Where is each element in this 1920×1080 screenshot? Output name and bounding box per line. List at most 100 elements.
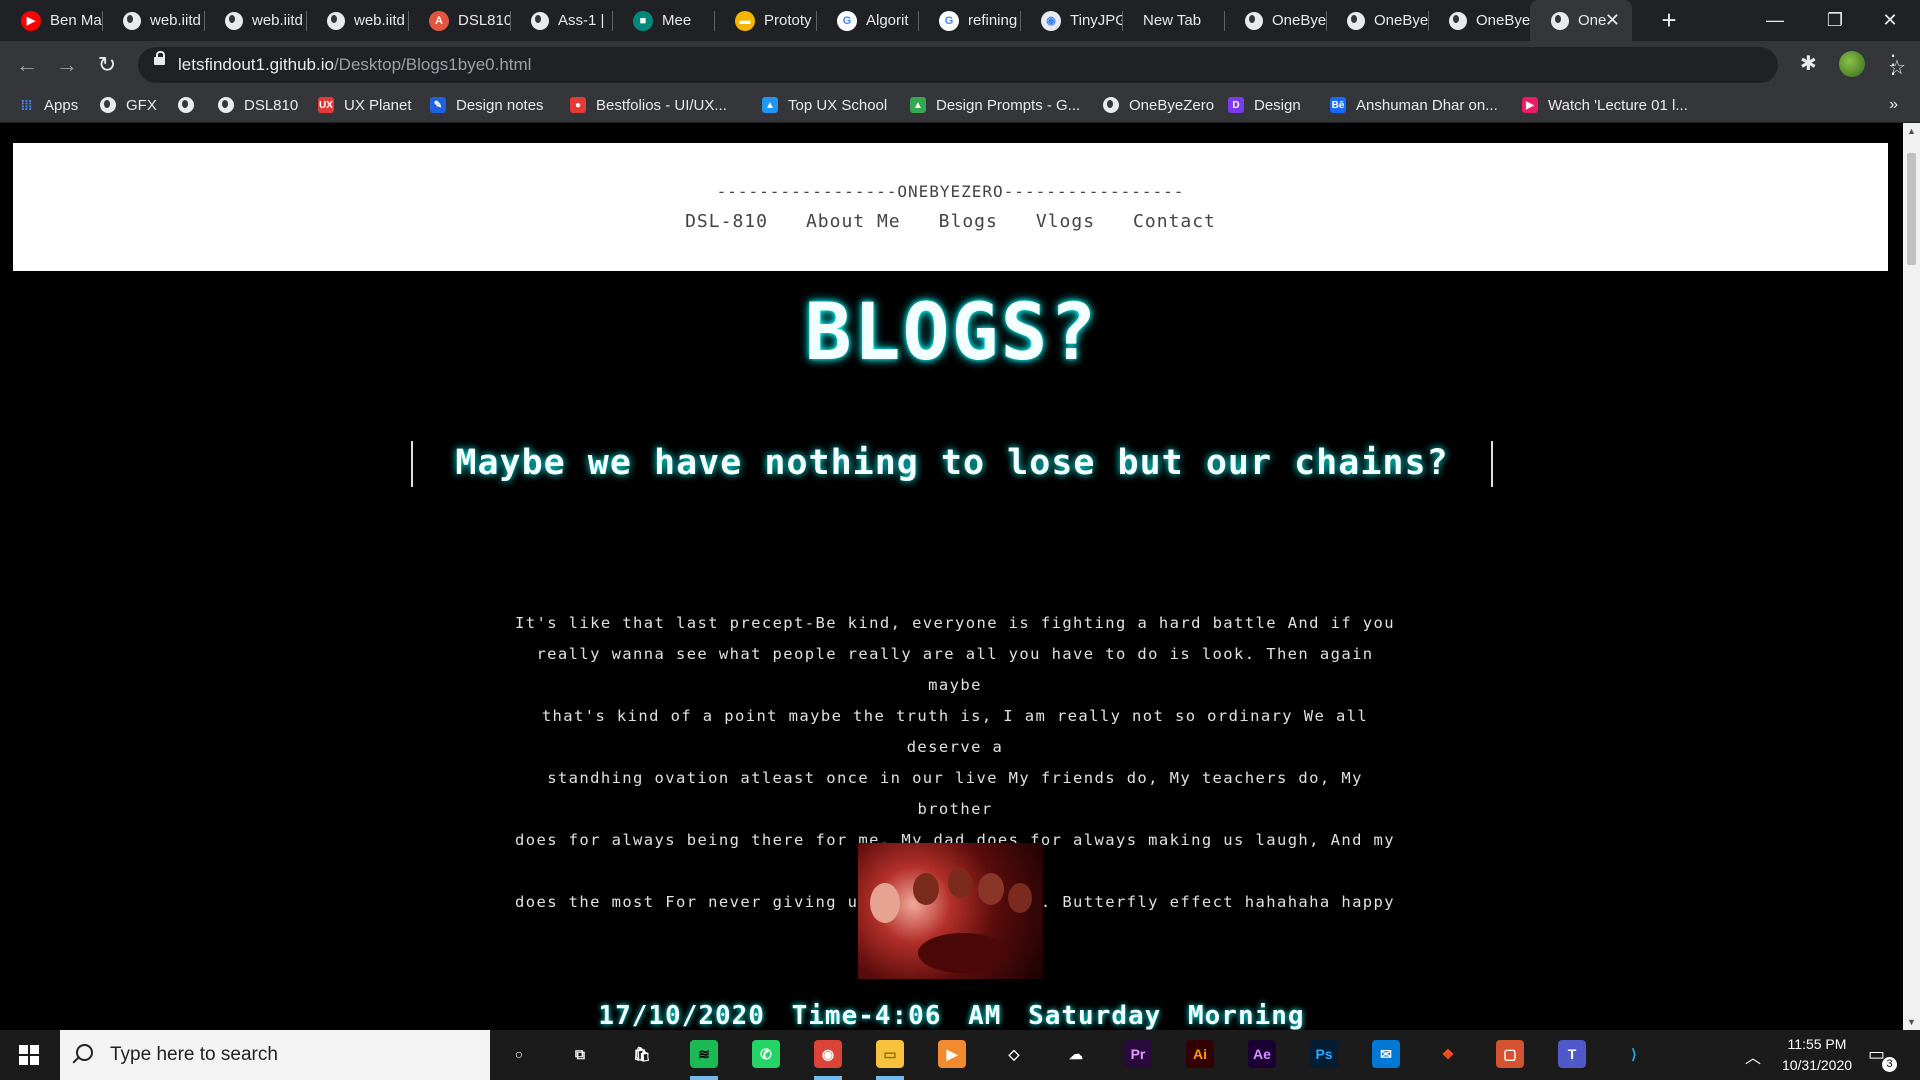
restore-button[interactable]: ❐	[1805, 0, 1865, 41]
mail-icon[interactable]: ✉	[1372, 1040, 1400, 1068]
browser-menu-icon[interactable]: · · ·	[1888, 44, 1898, 84]
bookmark-label: GFX	[126, 96, 157, 114]
site-header: -----------------ONEBYEZERO-------------…	[13, 143, 1888, 271]
tray-chevron-icon[interactable]: ︿	[1745, 1044, 1761, 1068]
bookmark-item[interactable]	[178, 93, 204, 117]
bestfolios-icon: ●	[570, 97, 586, 113]
bookmark-item[interactable]: D Design	[1228, 93, 1301, 117]
clock-date[interactable]: 10/31/2020	[1773, 1057, 1861, 1073]
page-title: BLOGS?	[804, 288, 1099, 378]
browser-tab[interactable]: OneBye	[1326, 0, 1428, 41]
bookmark-item[interactable]: ▶ Watch 'Lecture 01 l...	[1522, 93, 1688, 117]
tab-title: Ben Ma	[50, 12, 102, 29]
taskbar-search-box[interactable]: Type here to search	[60, 1030, 490, 1080]
taskbar-running-indicator	[814, 1076, 842, 1080]
teams-icon[interactable]: T	[1558, 1040, 1586, 1068]
scroll-down-icon[interactable]: ▼	[1907, 1017, 1916, 1027]
browser-tab[interactable]: One ✕	[1530, 0, 1632, 41]
forward-button[interactable]: →	[53, 51, 81, 79]
page-viewport: -----------------ONEBYEZERO-------------…	[0, 123, 1903, 1030]
bookmark-item[interactable]: OneByeZero	[1103, 93, 1214, 117]
bookmark-item[interactable]: GFX	[100, 93, 157, 117]
browser-tab[interactable]: A DSL810	[408, 0, 510, 41]
blog-line: It's like that last precept-Be kind, eve…	[515, 614, 1396, 632]
start-button[interactable]	[0, 1030, 60, 1080]
bookmark-item[interactable]: ● Bestfolios - UI/UX...	[570, 93, 727, 117]
browser-tab[interactable]: web.iitd	[204, 0, 306, 41]
bookmarks-overflow-icon[interactable]: »	[1889, 96, 1898, 114]
minimize-button[interactable]: —	[1745, 0, 1805, 41]
store-icon[interactable]: 🛍	[628, 1040, 656, 1068]
bookmark-item[interactable]: DSL810	[218, 93, 298, 117]
close-window-button[interactable]: ✕	[1860, 0, 1920, 41]
unity-icon[interactable]: ◇	[1000, 1040, 1028, 1068]
browser-tab[interactable]: ◉ TinyJPG	[1020, 0, 1122, 41]
globe-icon	[123, 11, 141, 30]
browser-tab[interactable]: ■ Mee	[612, 0, 714, 41]
tab-title: refining	[968, 12, 1018, 29]
clock-time[interactable]: 11:55 PM	[1782, 1036, 1852, 1052]
chrome-icon[interactable]: ◉	[814, 1040, 842, 1068]
vscode-icon[interactable]: ⟩	[1620, 1040, 1648, 1068]
onedrive-icon[interactable]: ☁	[1062, 1040, 1090, 1068]
globe-icon	[327, 11, 345, 30]
back-button[interactable]: ←	[13, 51, 41, 79]
a-icon: A	[429, 10, 449, 31]
bookmark-item[interactable]: Bē Anshuman Dhar on...	[1330, 93, 1498, 117]
browser-tab[interactable]: OneBye	[1224, 0, 1326, 41]
powerpoint-icon[interactable]: ▢	[1496, 1040, 1524, 1068]
illustrator-icon[interactable]: Ai	[1186, 1040, 1214, 1068]
reload-button[interactable]: ↻	[93, 51, 121, 79]
browser-tab[interactable]: ▶ Ben Ma	[0, 0, 102, 41]
media-player-icon[interactable]: ▶	[938, 1040, 966, 1068]
globe-icon	[225, 11, 243, 30]
browser-tab[interactable]: ▬ Prototy	[714, 0, 816, 41]
nav-dsl-810[interactable]: DSL-810	[685, 211, 768, 232]
nav-contact[interactable]: Contact	[1133, 211, 1216, 232]
browser-tab[interactable]: New Tab	[1122, 0, 1224, 41]
nav-vlogs[interactable]: Vlogs	[1036, 211, 1095, 232]
browser-tab[interactable]: Grefining	[918, 0, 1020, 41]
taskbar-running-indicator	[690, 1076, 718, 1080]
bookmark-label: Watch 'Lecture 01 l...	[1548, 96, 1688, 114]
extensions-puzzle-icon[interactable]: ✱	[1800, 51, 1817, 76]
spotify-icon[interactable]: ≋	[690, 1040, 718, 1068]
browser-tab[interactable]: web.iitd	[102, 0, 204, 41]
browser-tab-strip: ▶ Ben Ma web.iitd web.iitd web.iitd A DSL810 As…	[0, 0, 1920, 41]
nav-about-me[interactable]: About Me	[806, 211, 901, 232]
scrollbar-thumb[interactable]	[1907, 153, 1916, 265]
cortana-icon[interactable]: ○	[505, 1040, 533, 1068]
new-tab-button[interactable]: +	[1655, 6, 1683, 34]
file-explorer-icon[interactable]: ▭	[876, 1040, 904, 1068]
globe-icon	[1449, 11, 1467, 30]
bookmark-item[interactable]: ⁞⁞⁞ Apps	[18, 93, 79, 117]
bookmark-item[interactable]: ▲ Top UX School	[762, 93, 887, 117]
nav-blogs[interactable]: Blogs	[939, 211, 998, 232]
globe-icon	[178, 97, 194, 113]
figma-icon[interactable]: ❖	[1434, 1040, 1462, 1068]
photoshop-icon[interactable]: Ps	[1310, 1040, 1338, 1068]
pen-icon: ✎	[430, 97, 446, 113]
url-text[interactable]: letsfindout1.github.io/Desktop/Blogs1bye…	[178, 55, 531, 75]
bookmark-label: OneByeZero	[1129, 96, 1215, 114]
windows-taskbar: Type here to search ︿ 11:55 PM 10/31/202…	[0, 1030, 1920, 1080]
bookmark-item[interactable]: ✎ Design notes	[430, 93, 544, 117]
task-view-icon[interactable]: ⧉	[566, 1040, 594, 1068]
page-scrollbar[interactable]: ▲ ▼	[1903, 123, 1920, 1030]
blog-datetime: 17/10/2020 Time-4:06 AM Saturday Morning	[598, 1001, 1305, 1030]
meet-icon: ■	[633, 10, 653, 31]
browser-tab[interactable]: G Algorit	[816, 0, 918, 41]
premiere-icon[interactable]: Pr	[1124, 1040, 1152, 1068]
address-bar[interactable]: letsfindout1.github.io/Desktop/Blogs1bye…	[138, 47, 1906, 83]
browser-tab[interactable]: Ass-1 |	[510, 0, 612, 41]
scroll-up-icon[interactable]: ▲	[1907, 126, 1916, 136]
whatsapp-icon[interactable]: ✆	[752, 1040, 780, 1068]
profile-avatar[interactable]	[1839, 51, 1865, 77]
after-effects-icon[interactable]: Ae	[1248, 1040, 1276, 1068]
bookmark-item[interactable]: UX UX Planet	[318, 93, 412, 117]
bookmark-item[interactable]: ▲ Design Prompts - G...	[910, 93, 1080, 117]
bookmark-label: UX Planet	[344, 96, 412, 114]
browser-tab[interactable]: OneBye	[1428, 0, 1530, 41]
close-tab-icon[interactable]: ✕	[1605, 10, 1620, 31]
browser-tab[interactable]: web.iitd	[306, 0, 408, 41]
